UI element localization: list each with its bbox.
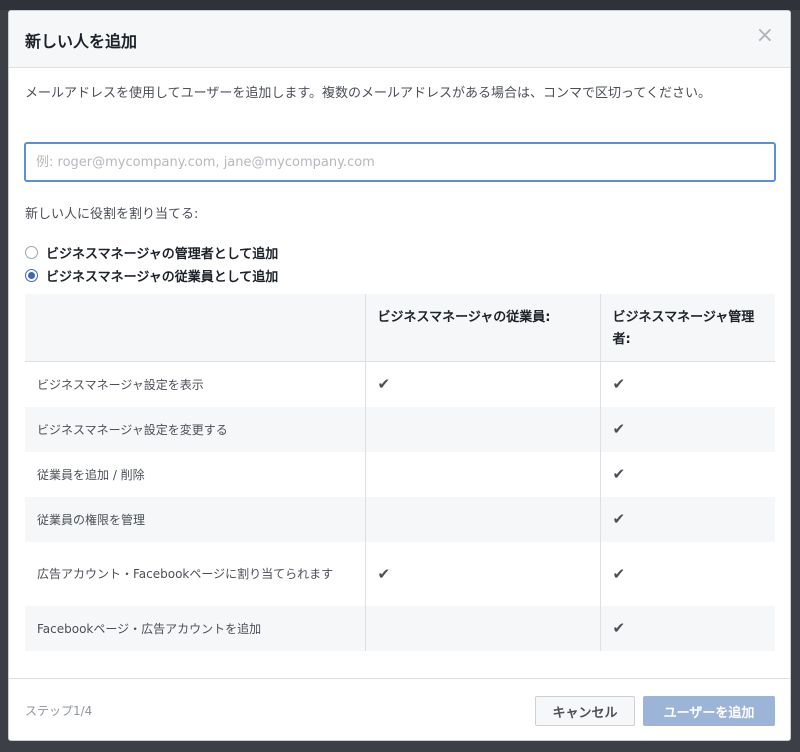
radio-admin[interactable] xyxy=(25,246,38,259)
table-row: 広告アカウント・Facebookページに割り当てられます ✔ ✔ xyxy=(25,542,775,606)
permission-label: 従業員を追加 / 削除 xyxy=(37,467,145,482)
check-icon: ✔ xyxy=(612,420,626,438)
table-row: 従業員の権限を管理 ✔ xyxy=(25,497,775,542)
check-icon: ✔ xyxy=(377,564,391,583)
permissions-table: ビジネスマネージャの従業員: ビジネスマネージャ管理者: ビジネスマネージャ設定… xyxy=(25,294,775,651)
email-input[interactable] xyxy=(24,142,776,182)
dialog-description: メールアドレスを使用してユーザーを追加します。複数のメールアドレスがある場合は、… xyxy=(25,86,712,101)
add-person-dialog: 新しい人を追加 × メールアドレスを使用してユーザーを追加します。複数のメールア… xyxy=(8,10,791,741)
dialog-header: 新しい人を追加 × xyxy=(9,11,790,68)
permission-label: 従業員の権限を管理 xyxy=(25,497,365,542)
header-employee: ビジネスマネージャの従業員: xyxy=(364,294,600,362)
permission-label: Facebookページ・広告アカウントを追加 xyxy=(25,606,365,651)
permission-label: ビジネスマネージャ設定を変更する xyxy=(25,407,365,452)
check-icon: ✔ xyxy=(612,510,626,528)
header-admin: ビジネスマネージャ管理者: xyxy=(599,294,775,362)
table-row: Facebookページ・広告アカウントを追加 ✔ xyxy=(25,606,775,651)
role-option-admin[interactable]: ビジネスマネージャの管理者として追加 xyxy=(25,243,278,262)
check-icon: ✔ xyxy=(377,375,391,393)
dialog-footer: ステップ1/4 キャンセル ユーザーを追加 xyxy=(9,678,790,740)
dialog-title: 新しい人を追加 xyxy=(25,32,138,51)
role-label: 新しい人に役割を割り当てる: xyxy=(25,207,199,222)
role-option-employee[interactable]: ビジネスマネージャの従業員として追加 xyxy=(25,266,278,285)
permission-label: 広告アカウント・Facebookページに割り当てられます xyxy=(37,567,334,581)
table-row: ビジネスマネージャ設定を表示 ✔ ✔ xyxy=(25,361,775,407)
header-permission xyxy=(25,294,365,362)
step-indicator: ステップ1/4 xyxy=(25,704,93,718)
radio-employee[interactable] xyxy=(25,269,38,282)
check-icon: ✔ xyxy=(612,465,626,483)
role-option-admin-label: ビジネスマネージャの管理者として追加 xyxy=(46,247,279,262)
backdrop xyxy=(0,0,800,10)
cancel-button[interactable]: キャンセル xyxy=(535,696,635,726)
add-user-button[interactable]: ユーザーを追加 xyxy=(643,696,775,726)
role-option-employee-label: ビジネスマネージャの従業員として追加 xyxy=(46,270,279,285)
check-icon: ✔ xyxy=(612,375,626,393)
table-header-row: ビジネスマネージャの従業員: ビジネスマネージャ管理者: xyxy=(25,294,775,362)
check-icon: ✔ xyxy=(612,564,626,583)
table-row: 従業員を追加 / 削除 ✔ xyxy=(25,452,775,497)
close-icon[interactable]: × xyxy=(756,25,774,47)
check-icon: ✔ xyxy=(612,619,626,637)
permission-label: ビジネスマネージャ設定を表示 xyxy=(37,377,204,392)
table-row: ビジネスマネージャ設定を変更する ✔ xyxy=(25,407,775,452)
